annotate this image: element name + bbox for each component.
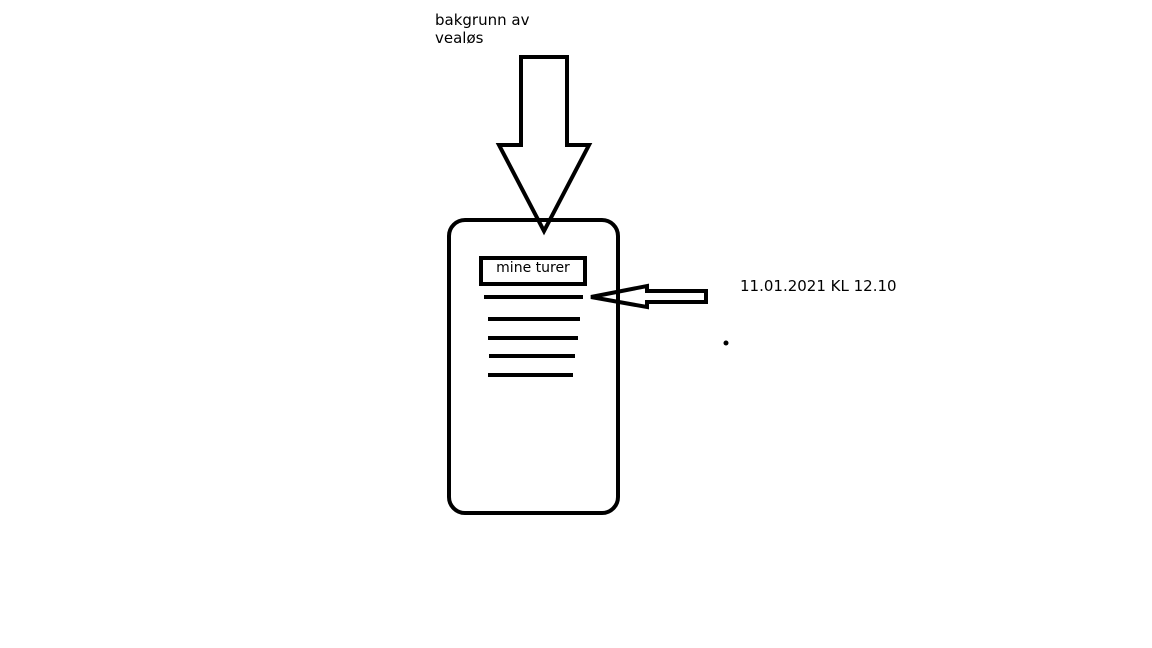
left-arrow: [590, 283, 708, 310]
background-annotation: bakgrunn av vealøs: [435, 11, 529, 47]
stray-dot: [723, 340, 729, 346]
down-arrow: [495, 55, 593, 236]
wireframe-sketch: [447, 55, 729, 515]
background-annotation-line2: vealøs: [435, 29, 484, 47]
timestamp-annotation: 11.01.2021 KL 12.10: [740, 277, 897, 295]
phone-title: mine turer: [496, 260, 570, 276]
background-annotation-line1: bakgrunn av: [435, 11, 530, 29]
